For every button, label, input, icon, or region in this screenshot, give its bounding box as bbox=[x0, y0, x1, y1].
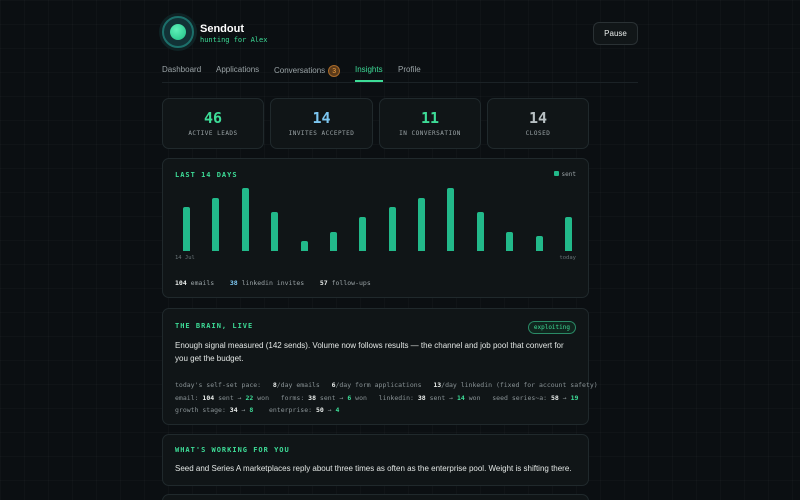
chart-bar bbox=[301, 241, 308, 251]
stat-label: ACTIVE LEADS bbox=[188, 130, 238, 137]
chart-bar bbox=[183, 207, 190, 251]
pace-linkedin: 13 bbox=[433, 381, 442, 389]
chart-bar bbox=[330, 232, 337, 251]
tab-insights[interactable]: Insights bbox=[355, 65, 383, 82]
pause-button[interactable]: Pause bbox=[593, 22, 638, 45]
seed-label: seed series~a: bbox=[492, 394, 548, 402]
enterprise-to: 4 bbox=[335, 406, 340, 414]
tab-dashboard[interactable]: Dashboard bbox=[162, 65, 201, 74]
pace-label: today's self-set pace: bbox=[175, 381, 262, 389]
stat-card-active-leads: 46 ACTIVE LEADS bbox=[162, 98, 264, 149]
stat-value: 11 bbox=[420, 109, 440, 127]
arrow: → bbox=[237, 394, 242, 402]
sent-word: sent bbox=[319, 394, 336, 402]
seed-from: 58 bbox=[550, 394, 559, 402]
chart-summary: 104 emails 38 linkedin invites 57 follow… bbox=[175, 279, 371, 287]
arrow: → bbox=[241, 406, 246, 414]
pace-line: today's self-set pace: 8/day emails 6/da… bbox=[175, 379, 598, 391]
chart-bar bbox=[418, 198, 425, 251]
forms-won: 6 bbox=[347, 394, 352, 402]
won-word: won bbox=[355, 394, 367, 402]
linkedin-count: 38 bbox=[229, 279, 238, 287]
email-sent: 104 bbox=[202, 394, 215, 402]
chart-card: LAST 14 DAYS sent 14 Jul today 104 email… bbox=[162, 158, 589, 298]
linkedin-won: 14 bbox=[457, 394, 465, 402]
working-card: WHAT'S WORKING FOR YOU Seed and Series A… bbox=[162, 434, 589, 486]
conversations-count-badge: 3 bbox=[328, 65, 341, 77]
sent-word: sent bbox=[218, 394, 234, 402]
stat-card-in-conversation: 11 IN CONVERSATION bbox=[379, 98, 481, 149]
app-header: Sendout hunting for Alex Pause bbox=[162, 16, 638, 50]
working-text: Seed and Series A marketplaces reply abo… bbox=[175, 464, 572, 473]
seed-to: 19 bbox=[570, 394, 579, 402]
pool-line: growth stage: 34 → 8 enterprise: 50 → 4 bbox=[175, 404, 339, 416]
growth-from: 34 bbox=[229, 406, 238, 414]
brain-summary: Enough signal measured (142 sends). Volu… bbox=[175, 341, 564, 363]
linkedin-label: linkedin: bbox=[378, 394, 414, 402]
chart-bar bbox=[212, 198, 219, 251]
chart-bar bbox=[447, 188, 454, 251]
bar-chart bbox=[163, 159, 590, 259]
pace-linkedin-label: /day linkedin (fixed for account safety) bbox=[441, 381, 598, 389]
chart-bar bbox=[271, 212, 278, 251]
stat-label: INVITES ACCEPTED bbox=[288, 130, 355, 137]
growth-label: growth stage: bbox=[175, 406, 226, 414]
tab-conversations[interactable]: Conversations 3 bbox=[274, 65, 341, 77]
emails-count: 104 bbox=[175, 279, 187, 287]
pace-forms-label: /day form applications bbox=[335, 381, 422, 389]
enterprise-label: enterprise: bbox=[268, 406, 313, 414]
forms-sent: 38 bbox=[308, 394, 316, 402]
brain-card: THE BRAIN, LIVE exploiting Enough signal… bbox=[162, 308, 598, 425]
followups-label: follow-ups bbox=[331, 279, 371, 287]
stat-value: 14 bbox=[528, 109, 548, 127]
working-title: WHAT'S WORKING FOR YOU bbox=[175, 446, 290, 454]
sent-word: sent bbox=[429, 394, 446, 402]
chart-bar bbox=[565, 217, 572, 251]
app-name: Sendout bbox=[200, 23, 244, 35]
won-word: won bbox=[468, 394, 481, 402]
stat-card-invites-accepted: 14 INVITES ACCEPTED bbox=[270, 98, 373, 149]
stat-value: 46 bbox=[203, 109, 223, 127]
pace-emails-label: /day emails bbox=[276, 381, 320, 389]
chart-bar bbox=[506, 232, 513, 251]
enterprise-from: 50 bbox=[315, 406, 324, 414]
arrow: → bbox=[449, 394, 454, 402]
arrow: → bbox=[339, 394, 344, 402]
stat-label: CLOSED bbox=[525, 130, 551, 137]
linkedin-sent: 38 bbox=[417, 394, 426, 402]
followups-count: 57 bbox=[319, 279, 328, 287]
x-label-start: 14 Jul bbox=[175, 255, 195, 261]
stat-label: IN CONVERSATION bbox=[399, 130, 461, 137]
brain-title: THE BRAIN, LIVE bbox=[175, 322, 254, 330]
tab-profile[interactable]: Profile bbox=[398, 65, 421, 74]
arrow: → bbox=[327, 406, 332, 414]
tab-applications[interactable]: Applications bbox=[216, 65, 259, 74]
chart-bar bbox=[389, 207, 396, 251]
forms-label: forms: bbox=[280, 394, 305, 402]
chart-bar bbox=[359, 217, 366, 251]
email-won: 22 bbox=[245, 394, 254, 402]
app-tagline: hunting for Alex bbox=[200, 36, 268, 44]
tab-conversations-label: Conversations bbox=[274, 66, 326, 76]
emails-label: emails bbox=[190, 279, 215, 287]
arrow: → bbox=[562, 394, 567, 402]
nav-tabs: Dashboard Applications Conversations 3 In… bbox=[162, 62, 638, 83]
won-word: won bbox=[257, 394, 269, 402]
chart-bar bbox=[242, 188, 249, 251]
stat-value: 14 bbox=[312, 109, 331, 127]
logo-icon bbox=[162, 16, 194, 48]
channel-line: email: 104 sent → 22 won forms: 38 sent … bbox=[175, 392, 578, 404]
stat-card-closed: 14 CLOSED bbox=[487, 98, 589, 149]
next-card bbox=[162, 494, 589, 500]
chart-bar bbox=[477, 212, 484, 251]
x-label-end: today bbox=[559, 255, 576, 261]
chart-bar bbox=[536, 236, 543, 251]
email-label: email: bbox=[175, 394, 199, 402]
status-badge: exploiting bbox=[527, 321, 576, 334]
linkedin-label: linkedin invites bbox=[241, 279, 305, 287]
growth-to: 8 bbox=[249, 406, 254, 414]
